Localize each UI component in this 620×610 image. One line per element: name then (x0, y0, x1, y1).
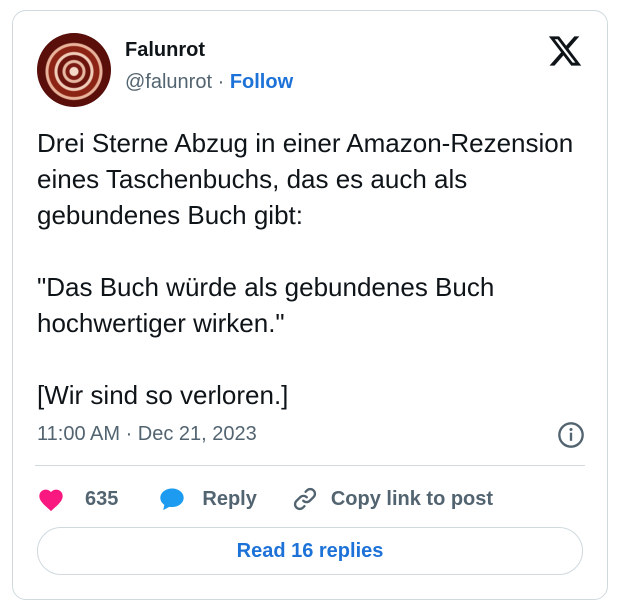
avatar[interactable] (37, 33, 111, 107)
divider (35, 465, 585, 466)
tweet-text: Drei Sterne Abzug in einer Amazon-Rezens… (37, 125, 589, 413)
copy-link-label: Copy link to post (330, 487, 494, 510)
read-replies-button[interactable]: Read 16 replies (37, 527, 583, 575)
follow-button[interactable]: Follow (230, 71, 293, 93)
separator: · (217, 71, 225, 93)
link-icon (293, 487, 316, 511)
info-icon[interactable] (557, 421, 585, 449)
speech-bubble-icon (160, 488, 185, 511)
author-handle-row: @falunrot · Follow (125, 71, 293, 94)
reply-label: Reply (202, 487, 257, 510)
tweet-paragraph: [Wir sind so verloren.] (37, 380, 289, 410)
tweet-timestamp[interactable]: 11:00 AM · Dec 21, 2023 (37, 423, 257, 446)
x-logo-icon[interactable] (547, 33, 583, 69)
heart-icon (39, 489, 63, 512)
author-handle[interactable]: @falunrot (125, 71, 212, 93)
action-bar: 635 Reply Copy link to post (37, 483, 493, 515)
like-button[interactable]: 635 (37, 486, 118, 512)
tweet-card: Falunrot @falunrot · Follow Drei Sterne … (12, 10, 608, 600)
tweet-paragraph: Drei Sterne Abzug in einer Amazon-Rezens… (37, 128, 574, 230)
author-name[interactable]: Falunrot (125, 39, 205, 62)
copy-link-button[interactable]: Copy link to post (291, 485, 493, 513)
tweet-paragraph: "Das Buch würde als gebundenes Buch hoch… (37, 272, 495, 338)
reply-button[interactable]: Reply (158, 486, 257, 512)
like-count: 635 (85, 487, 119, 510)
